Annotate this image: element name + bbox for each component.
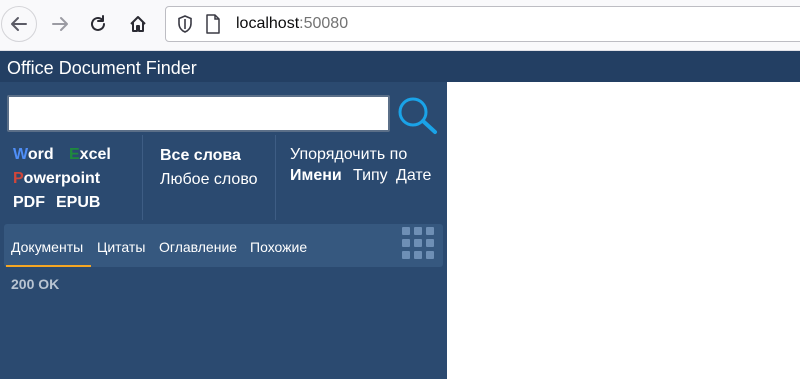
back-button[interactable] xyxy=(1,6,37,42)
address-bar[interactable]: localhost:50080 xyxy=(165,6,800,42)
match-any-word[interactable]: Любое слово xyxy=(160,170,258,190)
url-port: :50080 xyxy=(299,15,349,32)
shield-icon[interactable] xyxy=(177,15,193,33)
filetype-word-initial: W xyxy=(13,146,28,163)
back-icon xyxy=(11,17,27,31)
sort-by-date[interactable]: Дате xyxy=(396,166,431,186)
sort-label: Упорядочить по xyxy=(290,146,408,163)
grid-view-icon[interactable] xyxy=(402,227,434,259)
filetype-powerpoint-label: owerpoint xyxy=(23,170,101,187)
match-all-words[interactable]: Все слова xyxy=(160,146,241,166)
search-icon xyxy=(398,97,437,134)
search-input[interactable] xyxy=(7,95,390,132)
filetype-pdf[interactable]: PDF xyxy=(13,193,45,213)
filetype-powerpoint-initial: P xyxy=(13,170,24,187)
header-strip xyxy=(447,51,800,82)
filetype-epub[interactable]: EPUB xyxy=(56,193,100,213)
url-text: localhost:50080 xyxy=(236,14,348,34)
filetype-excel-label: xcel xyxy=(79,146,111,163)
column-divider xyxy=(142,135,143,220)
sort-by-name[interactable]: Имени xyxy=(290,166,342,186)
column-divider xyxy=(275,135,276,220)
search-button[interactable] xyxy=(395,95,439,135)
active-tab-indicator xyxy=(6,265,91,267)
tab-contents[interactable]: Оглавление xyxy=(159,238,237,256)
tab-documents[interactable]: Документы xyxy=(11,238,83,256)
home-icon xyxy=(130,16,146,32)
home-button[interactable] xyxy=(120,6,156,42)
results-tab-bar: Документы Цитаты Оглавление Похожие xyxy=(4,224,443,267)
filetype-excel[interactable]: Excel xyxy=(69,145,111,165)
page-icon xyxy=(206,14,220,34)
forward-icon xyxy=(52,17,68,31)
status-text: 200 OK xyxy=(11,276,60,292)
filetype-word[interactable]: Word xyxy=(13,145,54,165)
app-panel: Office Document Finder Word Excel Powerp… xyxy=(0,51,447,379)
sort-by-type[interactable]: Типу xyxy=(353,166,388,186)
reload-button[interactable] xyxy=(80,6,116,42)
filetype-powerpoint[interactable]: Powerpoint xyxy=(13,169,100,189)
app-header: Office Document Finder xyxy=(0,51,447,82)
reload-icon xyxy=(91,15,105,31)
app-title: Office Document Finder xyxy=(7,58,197,78)
url-host: localhost xyxy=(236,15,300,32)
filetype-excel-initial: E xyxy=(69,146,80,163)
tab-quotes[interactable]: Цитаты xyxy=(97,238,145,256)
tab-similar[interactable]: Похожие xyxy=(250,238,307,256)
forward-button[interactable] xyxy=(42,6,78,42)
filetype-word-label: ord xyxy=(27,146,54,163)
browser-toolbar: localhost:50080 xyxy=(0,0,800,51)
